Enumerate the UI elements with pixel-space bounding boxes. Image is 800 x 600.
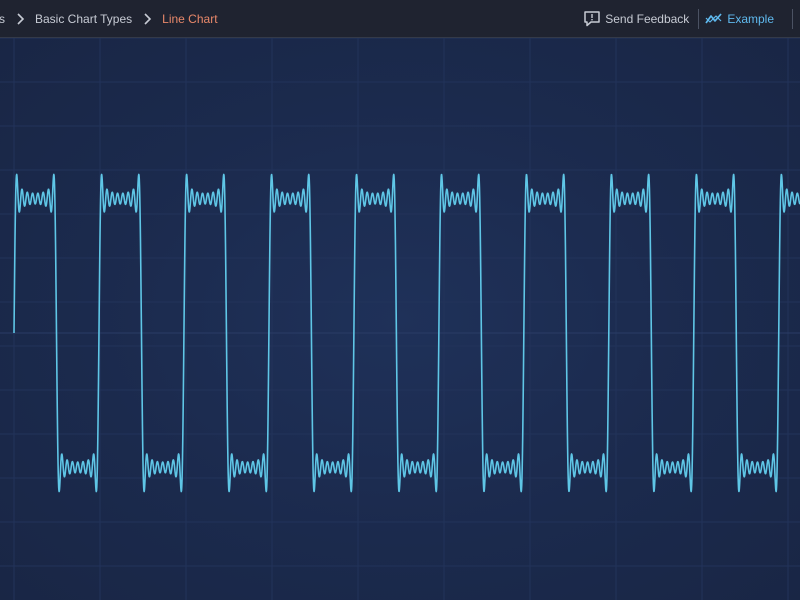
example-button[interactable]: Example <box>699 0 783 38</box>
chevron-right-icon <box>17 13 25 25</box>
toolbar: s Basic Chart Types Line Chart Send Feed… <box>0 0 800 38</box>
toolbar-divider <box>792 9 793 29</box>
send-feedback-label: Send Feedback <box>605 12 690 26</box>
breadcrumb-item-parent[interactable]: s <box>0 12 5 26</box>
breadcrumb-item-basic-chart-types[interactable]: Basic Chart Types <box>35 12 132 26</box>
breadcrumb-item-line-chart[interactable]: Line Chart <box>162 12 217 26</box>
trend-line-icon <box>705 13 722 24</box>
toolbar-actions: Send Feedback Example <box>583 0 800 38</box>
breadcrumb: s Basic Chart Types Line Chart <box>0 0 218 38</box>
chevron-right-icon <box>144 13 152 25</box>
send-feedback-button[interactable]: Send Feedback <box>583 0 698 38</box>
line-chart[interactable] <box>0 38 800 600</box>
chart-area[interactable] <box>0 38 800 600</box>
feedback-icon <box>584 11 600 27</box>
example-label: Example <box>727 12 774 26</box>
